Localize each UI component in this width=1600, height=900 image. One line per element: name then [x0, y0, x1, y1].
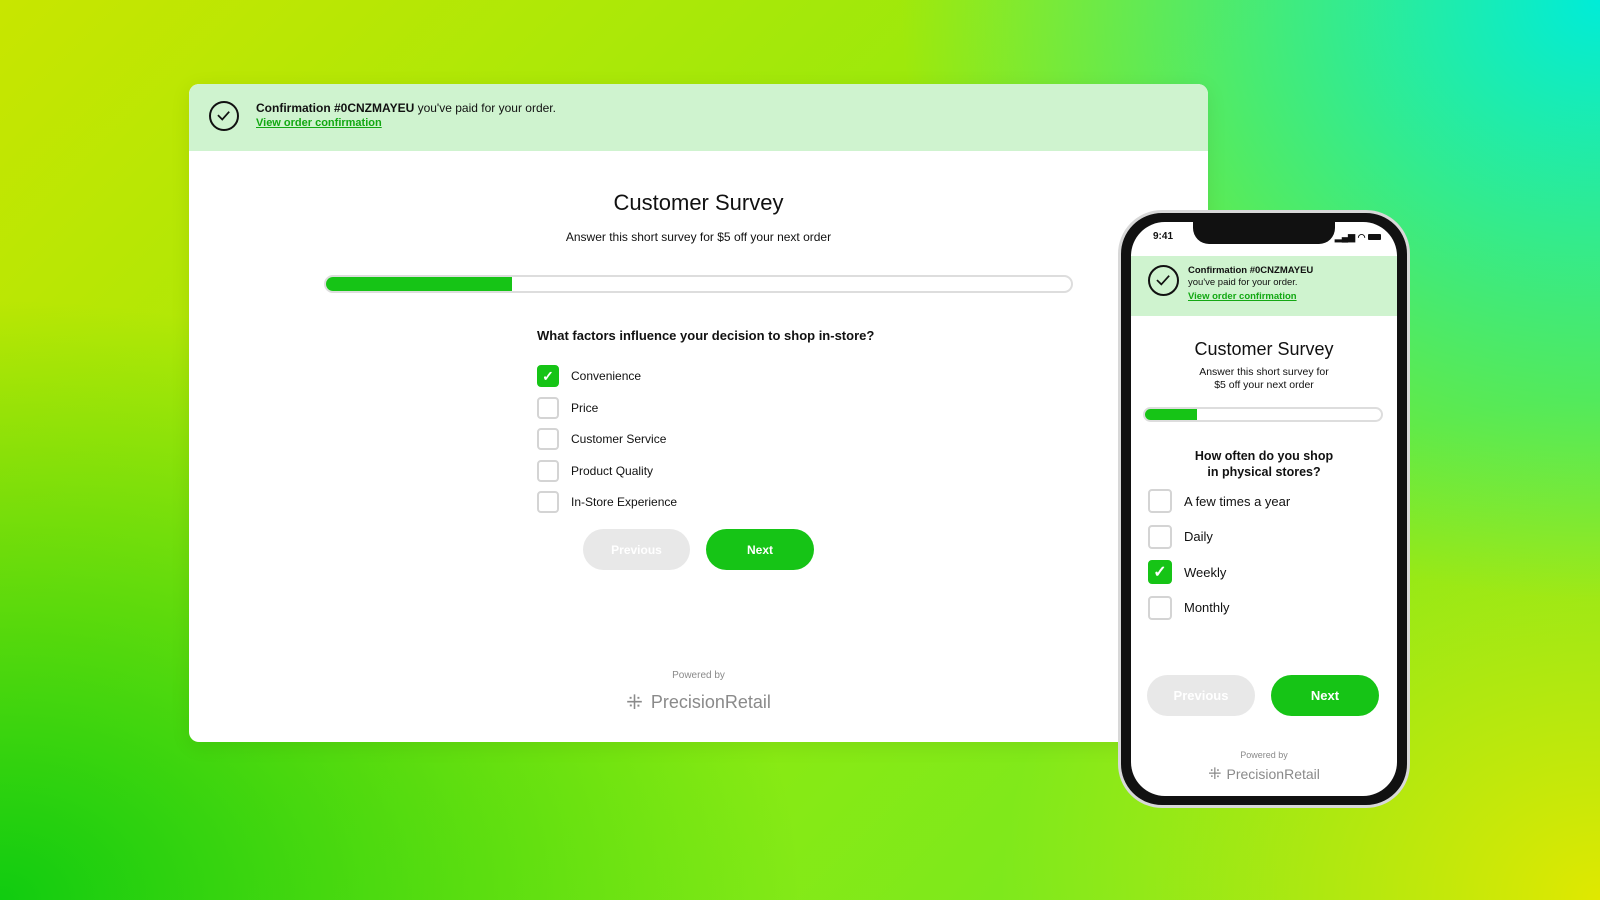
checkbox[interactable]	[537, 491, 559, 513]
progress-fill	[1145, 409, 1197, 420]
page-subtitle-line1: Answer this short survey for	[1199, 366, 1329, 378]
option-label: Price	[571, 400, 599, 415]
option-a-few-times-a-year[interactable]: A few times a year	[1148, 489, 1290, 513]
precision-logo-icon: ⁜	[626, 692, 643, 714]
mobile-phone-mockup: 9:41 ▂▄▆ ◠ Confirmation #0CNZMAYEU you'v…	[1118, 210, 1410, 808]
progress-bar	[1143, 407, 1383, 422]
option-label: In-Store Experience	[571, 495, 678, 509]
question-line2: in physical stores?	[1207, 465, 1321, 479]
option-product-quality[interactable]: Product Quality	[537, 459, 654, 482]
option-monthly[interactable]: Monthly	[1148, 595, 1230, 620]
page-subtitle: Answer this short survey for $5 off your…	[565, 230, 832, 244]
brand-name: PrecisionRetail	[1226, 766, 1320, 782]
option-customer-service[interactable]: Customer Service	[537, 428, 666, 450]
checkbox[interactable]	[1148, 489, 1172, 513]
progress-fill	[326, 277, 513, 291]
option-label: Convenience	[571, 369, 642, 383]
option-label: Weekly	[1184, 564, 1227, 580]
view-order-confirmation-link[interactable]: View order confirmation	[1188, 291, 1297, 302]
next-button[interactable]: Next	[1271, 675, 1379, 716]
previous-button[interactable]: Previous	[1147, 675, 1255, 716]
signal-icon: ▂▄▆	[1334, 232, 1356, 242]
progress-bar	[324, 275, 1073, 293]
brand-logo: ⁜ PrecisionRetail	[1131, 764, 1397, 784]
check-circle-icon	[1148, 265, 1179, 296]
page-title: Customer Survey	[613, 190, 784, 215]
option-convenience[interactable]: ✓ Convenience	[537, 365, 641, 387]
option-in-store-experience[interactable]: In-Store Experience	[537, 491, 677, 513]
checkbox[interactable]	[1148, 595, 1172, 620]
powered-by-label: Powered by	[1240, 750, 1288, 760]
page-title: Customer Survey	[1194, 339, 1334, 359]
option-label: A few times a year	[1184, 493, 1291, 509]
view-order-confirmation-link[interactable]: View order confirmation	[256, 117, 382, 129]
powered-by-label: Powered by	[672, 670, 725, 681]
option-label: Customer Service	[571, 432, 667, 446]
page-subtitle-line2: $5 off your next order	[1214, 379, 1314, 391]
checkbox[interactable]: ✓	[1148, 560, 1172, 584]
brand-name: PrecisionRetail	[650, 692, 771, 712]
option-daily[interactable]: Daily	[1148, 524, 1213, 549]
desktop-survey-card: Confirmation #0CNZMAYEU you've paid for …	[189, 84, 1208, 742]
checkbox[interactable]	[537, 396, 559, 419]
wifi-icon: ◠	[1357, 232, 1366, 242]
question-text: What factors influence your decision to …	[537, 328, 875, 343]
option-label: Monthly	[1184, 600, 1230, 615]
option-label: Product Quality	[571, 463, 654, 478]
mobile-screen: 9:41 ▂▄▆ ◠ Confirmation #0CNZMAYEU you'v…	[1131, 222, 1397, 796]
brand-logo: ⁜ PrecisionRetail	[189, 690, 1208, 715]
option-price[interactable]: Price	[537, 396, 599, 419]
question-line1: How often do you shop	[1194, 449, 1334, 463]
check-circle-icon	[209, 101, 239, 131]
checkbox[interactable]: ✓	[537, 365, 559, 387]
option-weekly[interactable]: ✓ Weekly	[1148, 560, 1226, 584]
checkbox[interactable]	[537, 428, 559, 450]
confirmation-number: Confirmation #0CNZMAYEU	[1188, 265, 1314, 276]
battery-icon	[1368, 234, 1381, 240]
confirmation-banner: Confirmation #0CNZMAYEU you've paid for …	[189, 84, 1208, 151]
checkbox[interactable]	[537, 459, 559, 482]
previous-button[interactable]: Previous	[583, 529, 690, 570]
status-icons: ▂▄▆ ◠	[1335, 232, 1381, 243]
precision-logo-icon: ⁜	[1208, 766, 1222, 783]
option-label: Daily	[1184, 529, 1213, 544]
confirmation-number: Confirmation #0CNZMAYEU	[256, 101, 415, 115]
paid-text: you've paid for your order.	[414, 101, 556, 115]
next-button[interactable]: Next	[706, 529, 814, 570]
paid-text: you've paid for your order.	[1188, 277, 1298, 288]
confirmation-banner: Confirmation #0CNZMAYEU you've paid for …	[1131, 256, 1397, 316]
status-time: 9:41	[1153, 231, 1174, 242]
checkbox[interactable]	[1148, 524, 1172, 549]
phone-notch	[1193, 222, 1335, 244]
